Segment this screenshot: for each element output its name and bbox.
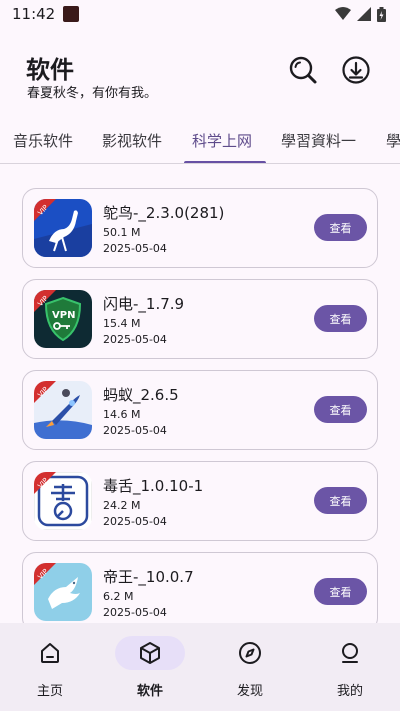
app-date: 2025-05-04 — [103, 242, 167, 255]
app-card[interactable]: VIP 毒舌_1.0.10-1 24.2 M 2025-05-04 查看 — [22, 461, 378, 541]
download-button[interactable] — [340, 54, 372, 86]
battery-icon — [377, 6, 386, 22]
app-size: 6.2 M — [103, 590, 134, 603]
status-time: 11:42 — [12, 5, 56, 23]
view-button[interactable]: 查看 — [314, 578, 367, 605]
nav-label-discover: 发现 — [236, 684, 263, 699]
app-size: 24.2 M — [103, 499, 141, 512]
tab-video-software[interactable]: 影视软件 — [102, 130, 162, 151]
app-card[interactable]: VIP 鸵鸟-_2.3.0(281) 50.1 M 2025-05-04 查看 — [22, 188, 378, 268]
app-name: 闪电-_1.7.9 — [103, 295, 185, 313]
profile-icon — [342, 643, 358, 663]
app-date: 2025-05-04 — [103, 515, 167, 528]
app-name: 蚂蚁_2.6.5 — [103, 386, 179, 404]
compass-icon — [239, 642, 261, 664]
app-size: 15.4 M — [103, 317, 141, 330]
vpn-shield-icon: VPN VIP — [34, 290, 92, 348]
view-button[interactable]: 查看 — [314, 305, 367, 332]
nav-item-software[interactable]: 软件 — [100, 623, 200, 711]
download-icon — [342, 56, 370, 84]
app-card[interactable]: VIP 蚂蚁_2.6.5 14.6 M 2025-05-04 查看 — [22, 370, 378, 450]
app-name: 鸵鸟-_2.3.0(281) — [103, 204, 225, 222]
app-card[interactable]: VIP 帝王-_10.0.7 6.2 M 2025-05-04 查看 — [22, 552, 378, 623]
app-date: 2025-05-04 — [103, 606, 167, 619]
nav-label-mine: 我的 — [336, 684, 363, 699]
signal-icon — [357, 7, 371, 21]
nav-label-home: 主页 — [36, 684, 63, 699]
app-name: 毒舌_1.0.10-1 — [103, 477, 204, 495]
header: 软件 春夏秋冬，有你有我。 — [0, 40, 400, 110]
nav-item-mine[interactable]: 我的 — [300, 623, 400, 711]
category-tabs: 音乐软件 影视软件 科学上网 學習資料一 學 — [0, 118, 400, 164]
app-name: 帝王-_10.0.7 — [103, 568, 194, 586]
app-size: 14.6 M — [103, 408, 141, 421]
app-date: 2025-05-04 — [103, 424, 167, 437]
tab-study-materials[interactable]: 學習資料一 — [281, 130, 356, 151]
tab-music-software[interactable]: 音乐软件 — [13, 130, 73, 151]
duoshe-icon: VIP — [34, 472, 92, 530]
search-button[interactable] — [287, 54, 319, 86]
app-card[interactable]: VPN VIP 闪电-_1.7.9 15.4 M 2025-05-04 查看 — [22, 279, 378, 359]
nav-label-software: 软件 — [136, 684, 163, 699]
status-bar: 11:42 — [0, 0, 400, 28]
search-icon — [289, 56, 317, 84]
home-icon — [41, 643, 59, 663]
view-button[interactable]: 查看 — [314, 214, 367, 241]
status-icons — [335, 6, 386, 22]
page-subtitle: 春夏秋冬，有你有我。 — [27, 86, 158, 101]
ostrich-icon: VIP — [34, 199, 92, 257]
notification-app-icon — [63, 6, 80, 22]
app-size: 50.1 M — [103, 226, 141, 239]
cube-icon — [140, 642, 160, 664]
view-button[interactable]: 查看 — [314, 487, 367, 514]
svg-text:VPN: VPN — [52, 310, 75, 321]
active-tab-indicator — [184, 161, 266, 163]
dove-icon: VIP — [34, 563, 92, 621]
app-date: 2025-05-04 — [103, 333, 167, 346]
tab-study-partial[interactable]: 學 — [386, 130, 400, 151]
app-list: VIP 鸵鸟-_2.3.0(281) 50.1 M 2025-05-04 查看 … — [0, 165, 400, 623]
nav-item-discover[interactable]: 发现 — [200, 623, 300, 711]
page-title: 软件 — [26, 56, 74, 84]
bottom-nav: 主页 软件 发现 我的 — [0, 623, 400, 711]
tab-vpn[interactable]: 科学上网 — [192, 130, 252, 151]
nav-item-home[interactable]: 主页 — [0, 623, 100, 711]
wifi-icon — [335, 7, 351, 20]
view-button[interactable]: 查看 — [314, 396, 367, 423]
rocket-icon: VIP — [34, 381, 92, 439]
